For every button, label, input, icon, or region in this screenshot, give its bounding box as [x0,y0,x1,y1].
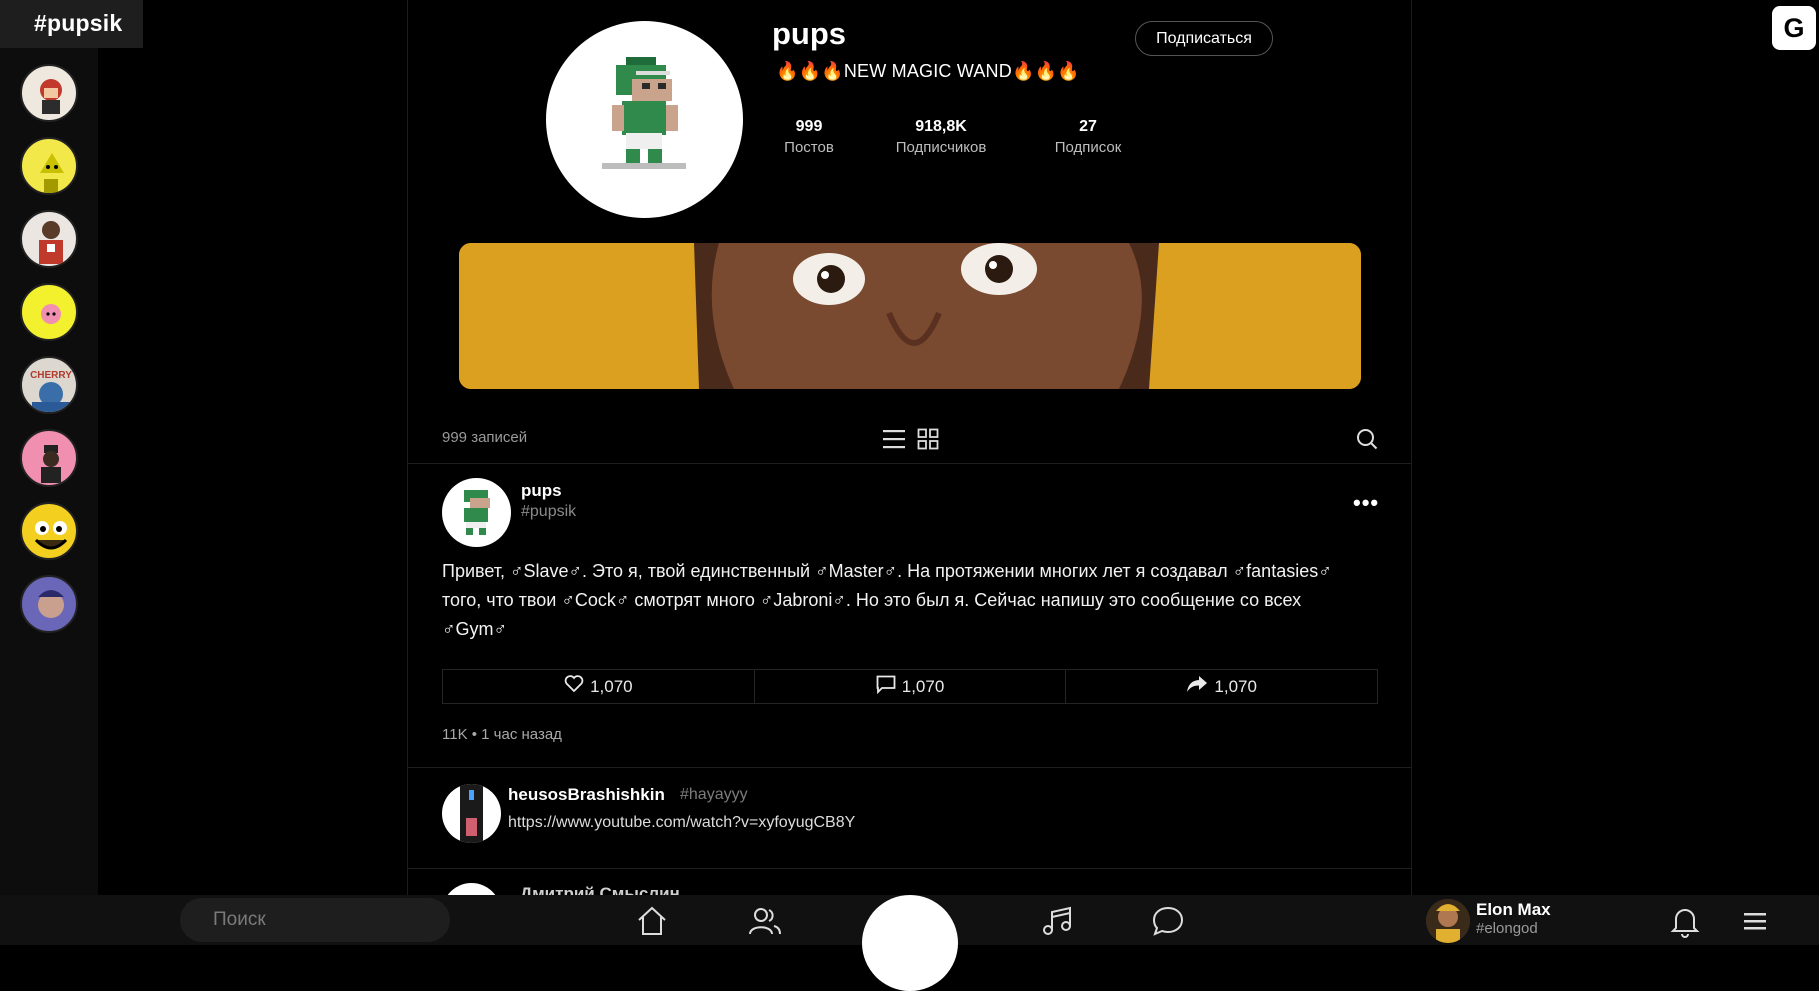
like-button[interactable]: 1,070 [443,670,755,703]
story-avatar-6[interactable] [20,429,78,487]
post-author-handle[interactable]: #pupsik [521,503,576,521]
feed-toolbar [408,415,1412,464]
profile-avatar[interactable] [546,21,743,218]
grid-view-icon[interactable] [917,428,939,450]
story-avatar-7[interactable] [20,502,78,560]
stat-posts-label: Постов [784,139,834,156]
stat-following-value: 27 [1079,118,1097,135]
share-count: 1,070 [1214,676,1257,696]
home-icon[interactable] [634,903,670,939]
post-author-avatar[interactable] [442,478,511,547]
records-count: 999 записей [442,429,528,446]
center-action-button[interactable] [862,895,958,991]
comment-count: 1,070 [901,676,945,696]
more-options-icon[interactable]: ••• [1353,490,1379,516]
profile-banner [459,243,1361,389]
current-user-handle: #elongod [1476,920,1538,937]
story-avatar-3[interactable] [20,210,78,268]
channel-tag[interactable]: #pupsik [0,0,143,48]
corner-g-button[interactable]: G [1772,6,1816,50]
stat-following-label: Подписок [1054,139,1122,156]
share-icon [1186,675,1208,698]
heart-icon [564,675,584,698]
comment-author-avatar[interactable] [442,784,501,843]
comment-author-tag[interactable]: #hayayyy [680,786,748,804]
chat-icon[interactable] [1150,903,1186,939]
post-author-name[interactable]: pups [521,481,562,501]
story-avatar-1[interactable] [20,64,78,122]
bell-icon[interactable] [1667,903,1703,939]
story-avatar-2[interactable] [20,137,78,195]
menu-icon[interactable] [1737,903,1773,939]
profile-name: pups [772,16,847,51]
comment-button[interactable]: 1,070 [755,670,1067,703]
divider [408,767,1412,768]
stat-following[interactable]: 27 Подписок [1047,118,1129,156]
search-icon[interactable] [1356,428,1378,450]
svg-text:CHERRY: CHERRY [30,370,72,381]
follow-button[interactable]: Подписаться [1135,21,1273,56]
like-count: 1,070 [590,676,633,696]
friends-icon[interactable] [747,903,783,939]
story-avatar-8[interactable] [20,575,78,633]
post-text: Привет, ♂Slave♂. Это я, твой единственны… [442,561,1332,639]
story-avatar-5[interactable]: CHERRY [20,356,78,414]
current-user-name[interactable]: Elon Max [1476,900,1551,920]
post-meta: 11K • 1 час назад [442,726,562,743]
share-button[interactable]: 1,070 [1066,670,1377,703]
current-user-avatar[interactable] [1426,899,1470,943]
story-avatar-4[interactable] [20,283,78,341]
stat-posts-value: 999 [795,118,823,135]
stat-posts[interactable]: 999 Постов [780,118,838,156]
search-input[interactable]: Поиск [180,898,450,942]
divider [408,868,1412,869]
profile-bio: 🔥🔥🔥NEW MAGIC WAND🔥🔥🔥 [776,61,1080,81]
comment-icon [876,675,896,699]
stat-followers[interactable]: 918,8K Подписчиков [886,118,996,156]
music-icon[interactable] [1039,903,1075,939]
post-actions: 1,070 1,070 1,070 [442,669,1378,704]
comment-author-name[interactable]: heusosBrashishkin [508,785,665,805]
stat-followers-value: 918,8K [915,118,967,135]
list-view-icon[interactable] [882,428,906,450]
stat-followers-label: Подписчиков [895,139,987,156]
comment-link[interactable]: https://www.youtube.com/watch?v=xyfoyugC… [508,814,855,832]
